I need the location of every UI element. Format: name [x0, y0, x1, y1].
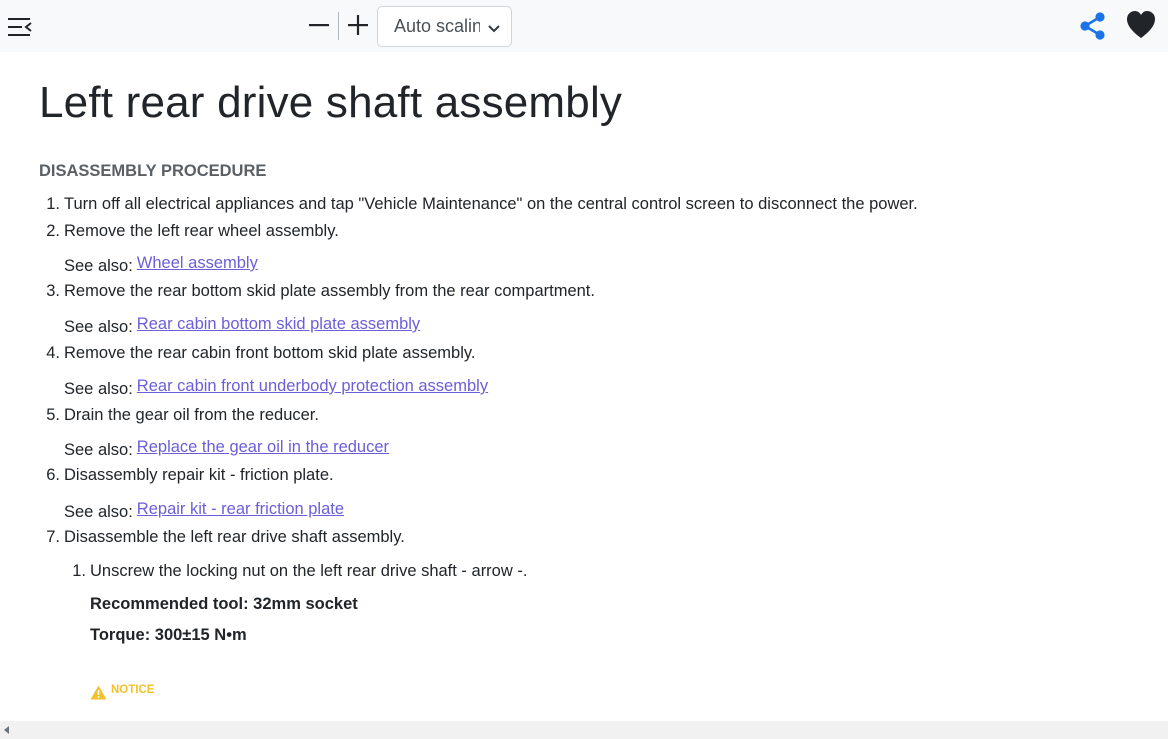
step-number: 5.: [46, 406, 60, 424]
see-also-label: See also:: [64, 441, 133, 459]
step-item: 1. Turn off all electrical appliances and…: [39, 195, 918, 214]
link-wheel-assembly[interactable]: Wheel assembly: [137, 254, 258, 272]
link-rear-cabin-bottom-skid-plate[interactable]: Rear cabin bottom skid plate assembly: [137, 315, 420, 333]
notice-label: NOTICE: [111, 683, 155, 696]
page-title: Left rear drive shaft assembly: [39, 78, 623, 127]
step-number: 7.: [46, 528, 60, 546]
see-also-label: See also:: [64, 380, 133, 398]
step-item: 6. Disassembly repair kit - friction plat…: [39, 466, 334, 485]
notice: NOTICE: [90, 683, 155, 700]
heart-icon: [1127, 11, 1155, 38]
section-heading: DISASSEMBLY PROCEDURE: [39, 162, 267, 180]
step-number: 3.: [46, 282, 60, 300]
step-number: 6.: [46, 466, 60, 484]
step-text: Remove the left rear wheel assembly.: [64, 222, 339, 240]
share-icon: [1080, 12, 1105, 40]
link-repair-kit-friction-plate[interactable]: Repair kit - rear friction plate: [137, 500, 344, 518]
step-text: Turn off all electrical appliances and t…: [64, 195, 918, 213]
minus-icon: [309, 24, 329, 27]
favorite-button[interactable]: [1124, 8, 1158, 42]
link-replace-gear-oil[interactable]: Replace the gear oil in the reducer: [137, 438, 389, 456]
warning-icon: [90, 685, 107, 700]
step-number: 1.: [46, 195, 60, 213]
toolbar-divider: [338, 12, 339, 40]
substep-item: 1. Unscrew the locking nut on the left re…: [64, 562, 527, 581]
see-also: See also: Rear cabin bottom skid plate as…: [64, 315, 420, 337]
zoom-in-button[interactable]: [346, 13, 370, 37]
zoom-out-button[interactable]: [307, 13, 331, 37]
step-item: 3. Remove the rear bottom skid plate asse…: [39, 282, 595, 301]
see-also: See also: Repair kit - rear friction plat…: [64, 500, 344, 522]
zoom-select[interactable]: Auto scaling: [377, 6, 512, 47]
step-text: Remove the rear bottom skid plate assemb…: [64, 282, 595, 300]
see-also: See also: Rear cabin front underbody prot…: [64, 377, 488, 399]
see-also-label: See also:: [64, 503, 133, 521]
step-item: 2. Remove the left rear wheel assembly.: [39, 222, 339, 241]
step-number: 2.: [46, 222, 60, 240]
menu-icon[interactable]: [6, 14, 34, 40]
substep-number: 1.: [72, 562, 86, 580]
step-text: Disassemble the left rear drive shaft as…: [64, 528, 405, 546]
toolbar: Auto scaling: [0, 0, 1168, 52]
share-button[interactable]: [1076, 9, 1110, 43]
chevron-down-icon: [488, 25, 500, 33]
step-text: Disassembly repair kit - friction plate.: [64, 466, 334, 484]
plus-icon: [348, 15, 368, 35]
zoom-select-value: Auto scaling: [394, 16, 480, 36]
see-also-label: See also:: [64, 257, 133, 275]
step-text: Drain the gear oil from the reducer.: [64, 406, 319, 424]
see-also: See also: Wheel assembly: [64, 254, 258, 276]
scroll-left-icon[interactable]: [2, 725, 12, 735]
step-item: 7. Disassemble the left rear drive shaft …: [39, 528, 405, 547]
step-number: 4.: [46, 344, 60, 362]
link-rear-cabin-front-underbody[interactable]: Rear cabin front underbody protection as…: [137, 377, 488, 395]
step-text: Remove the rear cabin front bottom skid …: [64, 344, 476, 362]
see-also-label: See also:: [64, 318, 133, 336]
horizontal-scrollbar[interactable]: [0, 721, 1168, 739]
step-item: 4. Remove the rear cabin front bottom ski…: [39, 344, 475, 363]
substep-text: Unscrew the locking nut on the left rear…: [90, 562, 528, 580]
see-also: See also: Replace the gear oil in the red…: [64, 438, 389, 460]
torque-spec: Torque: 300±15 N•m: [90, 626, 247, 644]
recommended-tool: Recommended tool: 32mm socket: [90, 595, 358, 613]
step-item: 5. Drain the gear oil from the reducer.: [39, 406, 319, 425]
